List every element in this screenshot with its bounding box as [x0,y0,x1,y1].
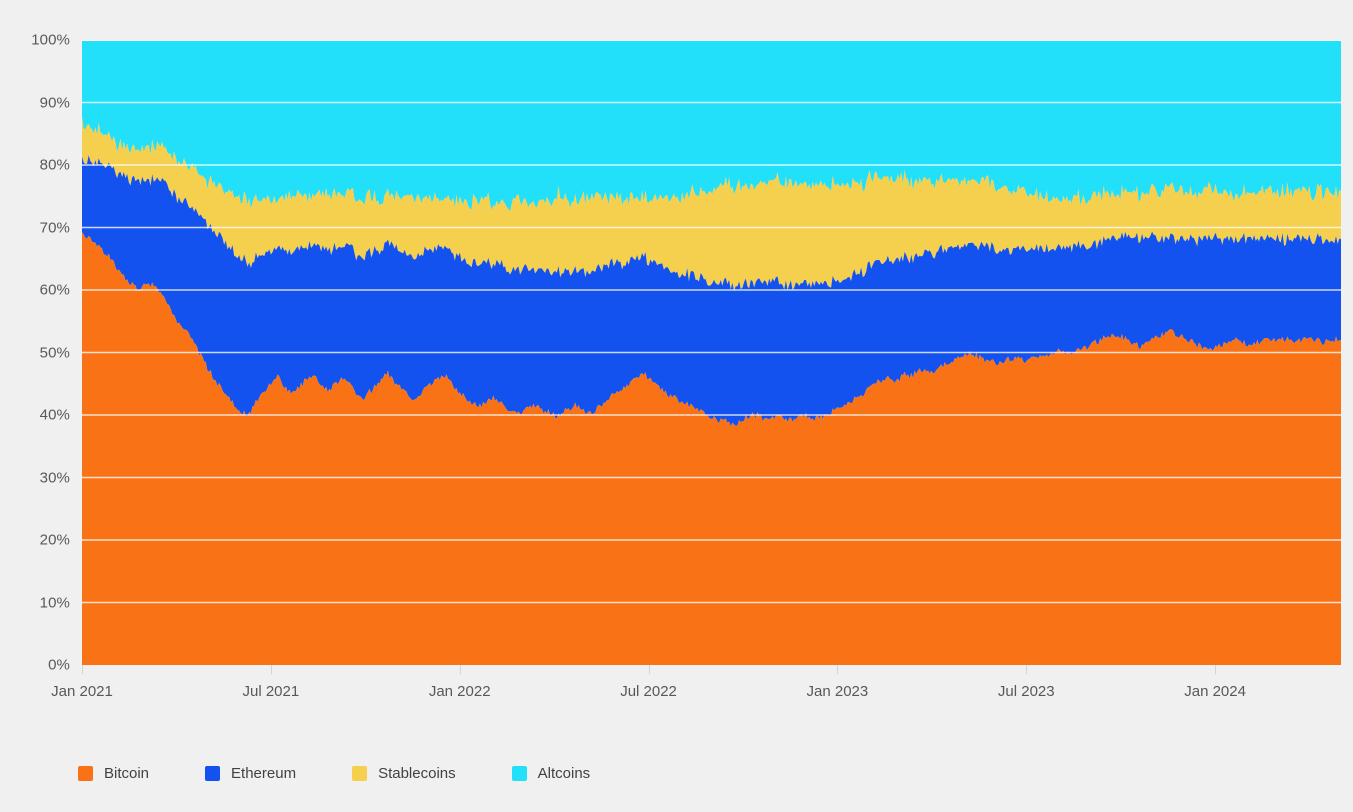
legend-item-stablecoins[interactable]: Stablecoins [352,765,456,782]
x-axis-tick-label: Jul 2023 [997,683,1055,700]
y-axis-tick-label: 10% [39,594,70,611]
legend-label: Stablecoins [378,765,456,782]
y-axis-tick-label: 0% [48,656,70,674]
x-axis-tick-label: Jan 2023 [806,683,869,700]
x-axis-tick-mark [459,665,461,674]
legend-swatch-icon [511,766,527,781]
legend-swatch-icon [78,766,93,781]
x-axis-tick-label: Jan 2021 [51,683,113,700]
legend-label: Bitcoin [104,765,150,782]
y-axis-tick-label: 100% [31,31,70,49]
y-axis-tick-label: 80% [39,156,70,174]
x-axis-tick-mark [837,665,839,674]
y-axis-tick-label: 90% [39,94,70,111]
y-axis-tick-label: 30% [39,469,70,486]
y-axis-tick-label: 40% [39,406,70,424]
legend-swatch-icon [205,766,221,781]
area-series-svg [82,40,1341,665]
stacked-area-chart: 0% 10% 20% 30% 40% 50% 60% 70% 80% 90% 100% Jan 20… [0,0,1353,812]
y-axis-tick-label: 20% [39,531,70,549]
x-axis-tick-label: Jul 2022 [620,683,677,700]
y-axis: 0% 10% 20% 30% 40% 50% 60% 70% 80% 90% 100% [0,32,70,674]
x-axis-tick-label: Jan 2022 [428,683,491,700]
x-axis-tick-mark [82,665,83,674]
legend-swatch-icon [352,766,368,781]
legend-item-bitcoin[interactable]: Bitcoin [78,765,149,782]
x-axis-tick-mark [270,665,272,674]
legend-item-altcoins[interactable]: Altcoins [511,765,591,782]
legend-label: Ethereum [231,765,297,782]
x-axis-tick-mark [1026,665,1028,674]
plot-area [82,40,1341,665]
chart-legend: Bitcoin Ethereum Stablecoins Altcoins [78,765,646,782]
y-axis-tick-label: 60% [39,281,70,299]
x-axis-tick-mark [1215,665,1217,674]
y-axis-tick-label: 70% [39,219,70,236]
x-axis: Jan 2021 Jul 2021 Jan 2022 Jul 2022 Jan 2023… [51,665,1341,715]
y-axis-tick-label: 50% [39,344,70,361]
x-axis-tick-mark [648,665,650,674]
legend-item-ethereum[interactable]: Ethereum [205,765,296,782]
legend-label: Altcoins [537,765,591,782]
x-axis-tick-label: Jan 2024 [1184,683,1246,700]
x-axis-tick-label: Jul 2021 [242,683,300,700]
